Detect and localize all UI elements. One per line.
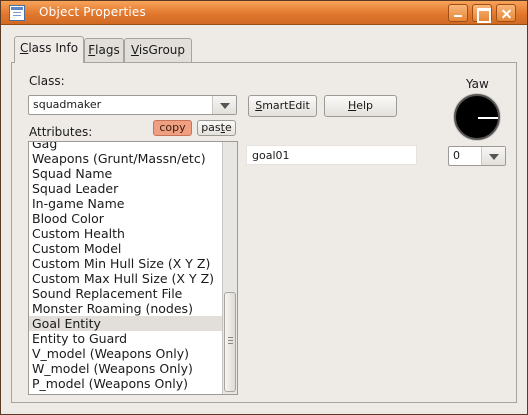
class-label: Class:	[29, 74, 65, 88]
attribute-value-text: goal01	[252, 149, 290, 162]
list-item[interactable]: Sound Replacement File	[29, 286, 223, 301]
list-item[interactable]: Squad Name	[29, 166, 223, 181]
attributes-scrollbar[interactable]	[222, 142, 237, 394]
grip-line	[228, 340, 233, 341]
list-item[interactable]: Monster Roaming (nodes)	[29, 301, 223, 316]
list-item[interactable]: Custom Min Hull Size (X Y Z)	[29, 256, 223, 271]
title-bar[interactable]: Object Properties	[1, 1, 527, 25]
yaw-label: Yaw	[466, 77, 489, 91]
tab-visgroup[interactable]: VisGroup	[124, 38, 192, 62]
list-item[interactable]: Goal Entity	[29, 316, 223, 331]
yaw-select-dropdown[interactable]	[481, 147, 505, 165]
list-item[interactable]: Blood Color	[29, 211, 223, 226]
yaw-dial[interactable]	[454, 94, 500, 140]
maximize-button[interactable]	[472, 4, 492, 23]
list-item[interactable]: V_model (Weapons Only)	[29, 346, 223, 361]
paste-label-rest: e	[225, 121, 232, 134]
smartedit-label: martEdit	[262, 99, 310, 112]
class-select[interactable]: squadmaker	[28, 95, 237, 115]
tab-flags[interactable]: Flags	[84, 38, 124, 62]
attributes-list-items: Gag Weapons (Grunt/Massn/etc) Squad Name Sq…	[29, 142, 223, 391]
list-item[interactable]: Squad Leader	[29, 181, 223, 196]
tab-class-info[interactable]: Class Info	[14, 36, 84, 63]
scrollbar-thumb[interactable]	[224, 292, 236, 392]
attributes-list[interactable]: Gag Weapons (Grunt/Massn/etc) Squad Name Sq…	[28, 141, 238, 395]
list-item[interactable]: Weapons (Grunt/Massn/etc)	[29, 151, 223, 166]
chevron-down-icon	[220, 103, 230, 109]
table-icon	[9, 5, 25, 21]
list-item[interactable]: Custom Health	[29, 226, 223, 241]
yaw-dial-pointer	[478, 117, 498, 119]
help-mnemonic: H	[347, 99, 357, 112]
tab-visgroup-label: isGroup	[138, 43, 186, 57]
class-select-value: squadmaker	[33, 98, 102, 111]
list-item[interactable]: In-game Name	[29, 196, 223, 211]
attributes-label: Attributes:	[29, 125, 93, 139]
tab-flags-label: lags	[95, 43, 120, 57]
class-select-dropdown[interactable]	[212, 96, 236, 114]
grip-line	[228, 337, 233, 338]
yaw-select-value: 0	[453, 149, 460, 162]
list-item[interactable]: W_model (Weapons Only)	[29, 361, 223, 376]
tab-visgroup-mnemonic: V	[130, 43, 139, 57]
minimize-button[interactable]	[448, 4, 468, 22]
window-title: Object Properties	[39, 5, 146, 19]
tab-class-info-label: lass Info	[28, 41, 79, 55]
smartedit-button[interactable]: SmartEdit	[248, 95, 317, 117]
help-label: elp	[356, 99, 374, 112]
help-button[interactable]: Help	[324, 95, 397, 117]
list-item[interactable]: P_model (Weapons Only)	[29, 376, 223, 391]
copy-button[interactable]: copy	[153, 120, 192, 136]
list-item[interactable]: Custom Model	[29, 241, 223, 256]
chevron-down-icon	[489, 154, 499, 160]
grip-line	[228, 343, 233, 344]
paste-label-prefix: pas	[201, 121, 221, 134]
paste-button[interactable]: paste	[197, 120, 236, 136]
list-item[interactable]: Custom Max Hull Size (X Y Z)	[29, 271, 223, 286]
list-item[interactable]: Gag	[29, 142, 223, 151]
close-button[interactable]	[496, 4, 516, 22]
attribute-value-input[interactable]: goal01	[246, 145, 417, 165]
list-item[interactable]: Entity to Guard	[29, 331, 223, 346]
object-properties-window: Object Properties Class Info Flags VisGr…	[0, 0, 528, 415]
yaw-select[interactable]: 0	[448, 146, 506, 166]
